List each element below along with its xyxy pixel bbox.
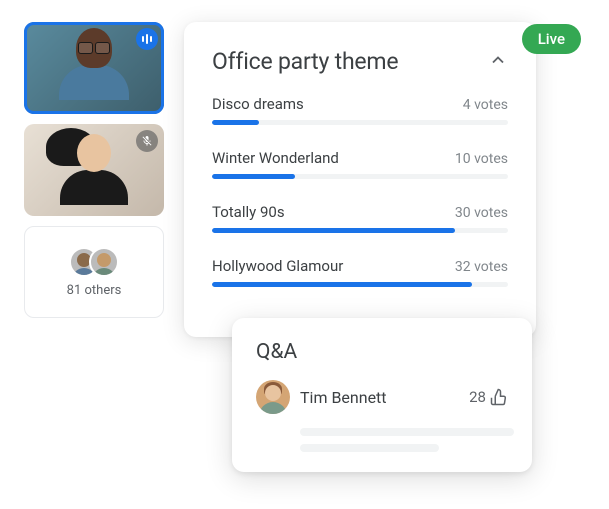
poll-option-label: Hollywood Glamour (212, 257, 343, 275)
upvote-button[interactable]: 28 (469, 388, 508, 406)
poll-option-label: Disco dreams (212, 95, 304, 113)
poll-bar (212, 120, 508, 125)
poll-bar (212, 174, 508, 179)
poll-panel: Office party theme Disco dreams 4 votes … (184, 22, 536, 337)
others-avatars (69, 247, 119, 277)
poll-option[interactable]: Disco dreams 4 votes (212, 95, 508, 125)
qa-panel: Q&A Tim Bennett 28 (232, 318, 532, 472)
others-count: 81 others (67, 283, 122, 298)
poll-bar (212, 228, 508, 233)
qa-text-placeholder (300, 428, 514, 436)
mic-off-icon (136, 130, 158, 152)
poll-bar (212, 282, 508, 287)
qa-author-name: Tim Bennett (300, 388, 459, 407)
upvote-count: 28 (469, 388, 486, 406)
poll-option-label: Totally 90s (212, 203, 285, 221)
thumbs-up-icon (490, 388, 508, 406)
live-badge: Live (522, 24, 581, 54)
poll-option[interactable]: Totally 90s 30 votes (212, 203, 508, 233)
participant-tile-2[interactable] (24, 124, 164, 216)
poll-option-label: Winter Wonderland (212, 149, 339, 167)
speaking-icon (136, 28, 158, 50)
participant-tile-1[interactable] (24, 22, 164, 114)
avatar (256, 380, 290, 414)
qa-text-placeholder (300, 444, 439, 452)
poll-title: Office party theme (212, 48, 398, 75)
participant-video (54, 134, 134, 214)
others-tile[interactable]: 81 others (24, 226, 164, 318)
poll-option-votes: 32 votes (455, 259, 508, 275)
avatar (89, 247, 119, 277)
poll-option[interactable]: Hollywood Glamour 32 votes (212, 257, 508, 287)
qa-item[interactable]: Tim Bennett 28 (256, 380, 508, 414)
poll-option[interactable]: Winter Wonderland 10 votes (212, 149, 508, 179)
chevron-up-icon[interactable] (488, 50, 508, 74)
poll-option-votes: 4 votes (463, 97, 508, 113)
participant-video (54, 28, 134, 108)
poll-option-votes: 10 votes (455, 151, 508, 167)
poll-option-votes: 30 votes (455, 205, 508, 221)
qa-title: Q&A (256, 340, 508, 364)
